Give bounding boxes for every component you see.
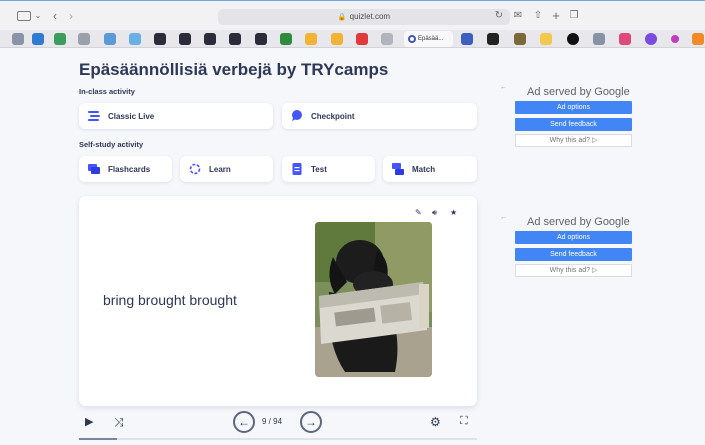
page-title: Epäsäännöllisiä verbejä by TRYcamps <box>79 60 389 79</box>
progress-fill <box>79 438 118 440</box>
match-icon <box>392 163 404 175</box>
tab-favicon-icon[interactable] <box>78 33 90 45</box>
test-button[interactable]: Test <box>282 156 375 182</box>
lines-icon <box>88 111 100 121</box>
share-icon[interactable]: ⇧ <box>532 8 544 24</box>
ad-back-icon[interactable]: ← <box>500 214 507 221</box>
tab-overview-icon[interactable]: ❐ <box>568 8 580 24</box>
ad-options-button[interactable]: Ad options <box>515 101 632 114</box>
flashcards-button[interactable]: Flashcards <box>79 156 172 182</box>
tab-favicon-icon[interactable] <box>645 33 657 45</box>
why-this-ad-button[interactable]: Why this ad? ▷ <box>515 264 632 277</box>
match-label: Match <box>412 164 436 174</box>
card-term: bring brought brought <box>103 292 237 308</box>
in-class-heading: In-class activity <box>79 87 135 96</box>
dog-newspaper-image <box>315 222 432 377</box>
tab-favicon-icon[interactable] <box>381 33 393 45</box>
flashcard[interactable]: ✎ 🔊︎ ★ bring brought brought <box>79 196 477 406</box>
back-icon[interactable]: ‹ <box>50 8 60 24</box>
tab-active-quizlet[interactable]: Epäsää... <box>404 31 453 47</box>
tab-favicon-icon[interactable] <box>619 33 631 45</box>
chevron-down-icon[interactable]: ⌄ <box>33 8 43 24</box>
learn-label: Learn <box>209 164 231 174</box>
tab-favicon-icon[interactable] <box>305 33 317 45</box>
tab-favicon-icon[interactable] <box>129 33 141 45</box>
new-tab-icon[interactable]: + <box>550 8 562 24</box>
tab-active-label: Epäsää... <box>418 36 444 42</box>
ad-title: Ad served by Google <box>527 86 630 98</box>
checkpoint-button[interactable]: Checkpoint <box>282 103 477 129</box>
tab-favicon-icon[interactable] <box>204 33 216 45</box>
cycle-icon <box>189 163 201 175</box>
address-url: quizlet.com <box>349 12 391 21</box>
tab-favicon-icon[interactable] <box>514 33 526 45</box>
self-study-heading: Self-study activity <box>79 140 144 149</box>
ad-title: Ad served by Google <box>527 216 630 228</box>
learn-button[interactable]: Learn <box>180 156 273 182</box>
classic-live-label: Classic Live <box>108 111 155 121</box>
send-feedback-button[interactable]: Send feedback <box>515 248 632 261</box>
chat-bubble-icon <box>292 110 302 121</box>
tab-favicon-icon[interactable] <box>104 33 116 45</box>
tab-favicon-icon[interactable] <box>671 35 679 43</box>
fullscreen-icon[interactable]: ⛶ <box>460 415 468 428</box>
settings-icon[interactable]: ⚙ <box>430 415 441 429</box>
tab-favicon-icon[interactable] <box>461 33 473 45</box>
cards-icon <box>88 164 100 174</box>
tab-favicon-icon[interactable] <box>229 33 241 45</box>
ad-panel: ← Ad served by Google Ad options Send fe… <box>497 214 641 284</box>
shuffle-icon[interactable]: ⤨ <box>114 415 124 430</box>
classic-live-button[interactable]: Classic Live <box>79 103 273 129</box>
ad-back-icon[interactable]: ← <box>500 84 507 91</box>
browser-toolbar: ⌄ ‹ › 🔒 quizlet.com ↻ ✉ ⇧ + ❐ <box>0 0 705 30</box>
quizlet-icon <box>408 35 416 43</box>
tab-favicon-icon[interactable] <box>331 33 343 45</box>
previous-card-button[interactable]: ← <box>233 411 255 433</box>
ad-options-button[interactable]: Ad options <box>515 231 632 244</box>
tab-favicon-icon[interactable] <box>280 33 292 45</box>
tab-favicon-icon[interactable] <box>540 33 552 45</box>
forward-icon[interactable]: › <box>66 8 76 24</box>
next-card-button[interactable]: → <box>300 411 322 433</box>
send-feedback-button[interactable]: Send feedback <box>515 118 632 131</box>
progress-bar <box>79 438 477 440</box>
card-counter: 9 / 94 <box>262 417 283 426</box>
tab-favicon-icon[interactable] <box>32 33 44 45</box>
ad-panel: ← Ad served by Google Ad options Send fe… <box>497 84 641 154</box>
tab-favicon-icon[interactable] <box>356 33 368 45</box>
tab-favicon-icon[interactable] <box>692 33 704 45</box>
flashcards-label: Flashcards <box>108 164 151 174</box>
match-button[interactable]: Match <box>383 156 477 182</box>
tab-favicon-icon[interactable] <box>154 33 166 45</box>
star-icon[interactable]: ★ <box>450 208 457 217</box>
play-icon[interactable]: ▶ <box>85 415 93 428</box>
reader-icon[interactable]: ✉ <box>511 8 525 24</box>
tab-favicon-icon[interactable] <box>12 33 24 45</box>
tab-favicon-icon[interactable] <box>487 33 499 45</box>
test-label: Test <box>311 164 327 174</box>
tab-bar: Epäsää... <box>0 30 705 48</box>
why-this-ad-button[interactable]: Why this ad? ▷ <box>515 134 632 147</box>
tab-favicon-icon[interactable] <box>54 33 66 45</box>
audio-icon[interactable]: 🔊︎ <box>432 208 437 218</box>
tab-favicon-icon[interactable] <box>255 33 267 45</box>
tab-favicon-icon[interactable] <box>593 33 605 45</box>
address-bar[interactable]: 🔒 quizlet.com <box>218 9 510 25</box>
edit-icon[interactable]: ✎ <box>415 208 422 217</box>
document-icon <box>292 163 302 175</box>
tab-favicon-icon[interactable] <box>179 33 191 45</box>
tab-favicon-icon[interactable] <box>567 33 579 45</box>
sidebar-toggle-icon[interactable] <box>17 11 31 21</box>
lock-icon: 🔒 <box>337 14 347 21</box>
reload-icon[interactable]: ↻ <box>493 8 505 24</box>
checkpoint-label: Checkpoint <box>311 111 355 121</box>
